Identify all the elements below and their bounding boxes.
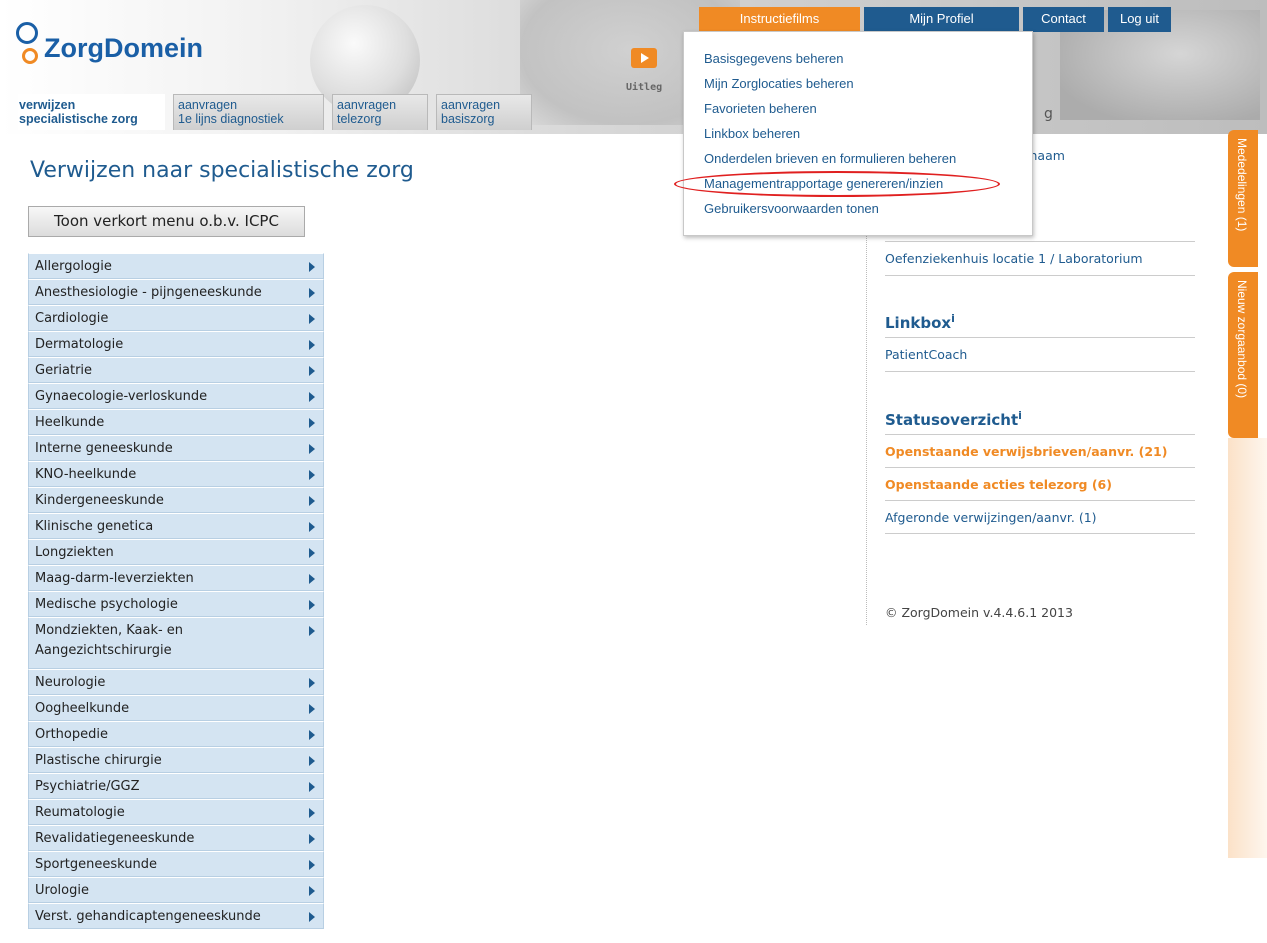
- divider: [885, 275, 1195, 276]
- nav-mijn-profiel[interactable]: Mijn Profiel: [864, 7, 1019, 40]
- mededelingen-tab[interactable]: Mededelingen (1): [1228, 130, 1258, 267]
- menu-item-onderdelen[interactable]: Onderdelen brieven en formulieren behere…: [704, 151, 956, 166]
- page-title: Verwijzen naar specialistische zorg: [30, 158, 414, 183]
- logo-icon: [16, 22, 42, 74]
- tab-aanvragen-1e-lijns-diagnostiek[interactable]: aanvragen 1e lijns diagnostiek: [173, 94, 324, 130]
- linkbox-item[interactable]: PatientCoach: [885, 347, 967, 362]
- uitleg-label: Uitleg: [626, 82, 663, 93]
- arrow-right-icon: [309, 574, 315, 584]
- status-item-open-telezorg[interactable]: Openstaande acties telezorg (6): [885, 477, 1112, 492]
- specialty-item[interactable]: Reumatologie: [28, 799, 324, 825]
- divider: [885, 434, 1195, 435]
- status-heading: Statusoverzichti: [885, 409, 1022, 429]
- arrow-right-icon: [309, 288, 315, 298]
- specialty-item[interactable]: Oogheelkunde: [28, 695, 324, 721]
- highlight-ellipse: [674, 171, 1000, 197]
- specialty-item[interactable]: Urologie: [28, 877, 324, 903]
- profile-dropdown-menu: Basisgegevens beheren Mijn Zorglocaties …: [683, 31, 1033, 236]
- arrow-right-icon: [309, 262, 315, 272]
- arrow-right-icon: [309, 496, 315, 506]
- arrow-right-icon: [309, 418, 315, 428]
- specialty-item[interactable]: Longziekten: [28, 539, 324, 565]
- specialty-item[interactable]: KNO-heelkunde: [28, 461, 324, 487]
- menu-item-favorieten[interactable]: Favorieten beheren: [704, 101, 817, 116]
- menu-item-gebruikersvoorwaarden[interactable]: Gebruikersvoorwaarden tonen: [704, 201, 879, 216]
- menu-item-zorglocaties[interactable]: Mijn Zorglocaties beheren: [704, 76, 854, 91]
- arrow-right-icon: [309, 834, 315, 844]
- specialty-item[interactable]: Mondziekten, Kaak- en Aangezichtschirurg…: [28, 617, 324, 669]
- divider: [885, 533, 1195, 534]
- specialty-item[interactable]: Geriatrie: [28, 357, 324, 383]
- arrow-right-icon: [309, 392, 315, 402]
- tab-verwijzen-specialistische-zorg[interactable]: verwijzen specialistische zorg: [18, 94, 165, 130]
- arrow-right-icon: [309, 730, 315, 740]
- tab-aanvragen-telezorg[interactable]: aanvragen telezorg: [332, 94, 428, 130]
- specialty-item[interactable]: Neurologie: [28, 669, 324, 695]
- side-panel-edge: [1228, 438, 1267, 858]
- nieuw-zorgaanbod-tab[interactable]: Nieuw zorgaanbod (0): [1228, 272, 1258, 438]
- linkbox-heading: Linkboxi: [885, 312, 955, 332]
- specialty-item[interactable]: Interne geneeskunde: [28, 435, 324, 461]
- arrow-right-icon: [309, 704, 315, 714]
- icpc-menu-button[interactable]: Toon verkort menu o.b.v. ICPC: [28, 206, 305, 237]
- status-item-completed[interactable]: Afgeronde verwijzingen/aanvr. (1): [885, 510, 1097, 525]
- specialty-item[interactable]: Heelkunde: [28, 409, 324, 435]
- info-icon[interactable]: i: [951, 312, 955, 325]
- divider: [885, 371, 1195, 372]
- zorgdomein-logo[interactable]: ZorgDomein: [16, 22, 203, 74]
- top-navigation: Instructiefilms Mijn Profiel Contact Log…: [699, 7, 1175, 40]
- specialty-item[interactable]: Maag-darm-leverziekten: [28, 565, 324, 591]
- specialty-item[interactable]: Klinische genetica: [28, 513, 324, 539]
- specialty-item[interactable]: Verst. gehandicaptengeneeskunde: [28, 903, 324, 929]
- arrow-right-icon: [309, 782, 315, 792]
- specialty-item[interactable]: Medische psychologie: [28, 591, 324, 617]
- specialty-item[interactable]: Plastische chirurgie: [28, 747, 324, 773]
- specialty-item[interactable]: Cardiologie: [28, 305, 324, 331]
- nav-log-uit[interactable]: Log uit: [1108, 7, 1171, 32]
- specialty-item[interactable]: Kindergeneeskunde: [28, 487, 324, 513]
- main-tabs: verwijzen specialistische zorg aanvragen…: [18, 94, 540, 130]
- specialty-list: Allergologie Anesthesiologie - pijngenee…: [28, 253, 324, 929]
- specialty-item[interactable]: Revalidatiegeneeskunde: [28, 825, 324, 851]
- specialty-item[interactable]: Dermatologie: [28, 331, 324, 357]
- arrow-right-icon: [309, 756, 315, 766]
- arrow-right-icon: [309, 626, 315, 636]
- specialty-item[interactable]: Psychiatrie/GGZ: [28, 773, 324, 799]
- arrow-right-icon: [309, 444, 315, 454]
- menu-item-basisgegevens[interactable]: Basisgegevens beheren: [704, 51, 844, 66]
- status-item-open-referrals[interactable]: Openstaande verwijsbrieven/aanvr. (21): [885, 444, 1167, 459]
- divider: [885, 500, 1195, 501]
- nav-instructiefilms[interactable]: Instructiefilms: [699, 7, 860, 32]
- specialty-item[interactable]: Allergologie: [28, 253, 324, 279]
- specialty-item[interactable]: Sportgeneeskunde: [28, 851, 324, 877]
- arrow-right-icon: [309, 678, 315, 688]
- arrow-right-icon: [309, 600, 315, 610]
- specialty-item[interactable]: Gynaecologie-verloskunde: [28, 383, 324, 409]
- play-icon: [631, 48, 657, 68]
- divider: [885, 241, 1195, 242]
- logo-text: ZorgDomein: [44, 32, 203, 63]
- info-icon[interactable]: i: [1018, 409, 1022, 422]
- tab-aanvragen-basiszorg[interactable]: aanvragen basiszorg: [436, 94, 532, 130]
- arrow-right-icon: [309, 808, 315, 818]
- arrow-right-icon: [309, 340, 315, 350]
- arrow-right-icon: [309, 470, 315, 480]
- lab-item[interactable]: Oefenziekenhuis locatie 1 / Laboratorium: [885, 251, 1143, 266]
- arrow-right-icon: [309, 912, 315, 922]
- arrow-right-icon: [309, 314, 315, 324]
- arrow-right-icon: [309, 366, 315, 376]
- specialty-item[interactable]: Anesthesiologie - pijngeneeskunde: [28, 279, 324, 305]
- specialty-item[interactable]: Orthopedie: [28, 721, 324, 747]
- copyright: © ZorgDomein v.4.4.6.1 2013: [885, 605, 1073, 620]
- arrow-right-icon: [309, 522, 315, 532]
- arrow-right-icon: [309, 886, 315, 896]
- divider: [885, 467, 1195, 468]
- arrow-right-icon: [309, 860, 315, 870]
- nav-contact[interactable]: Contact: [1023, 7, 1104, 32]
- divider: [885, 337, 1195, 338]
- menu-item-linkbox[interactable]: Linkbox beheren: [704, 126, 800, 141]
- partial-text-behind-menu: g: [1044, 106, 1053, 122]
- arrow-right-icon: [309, 548, 315, 558]
